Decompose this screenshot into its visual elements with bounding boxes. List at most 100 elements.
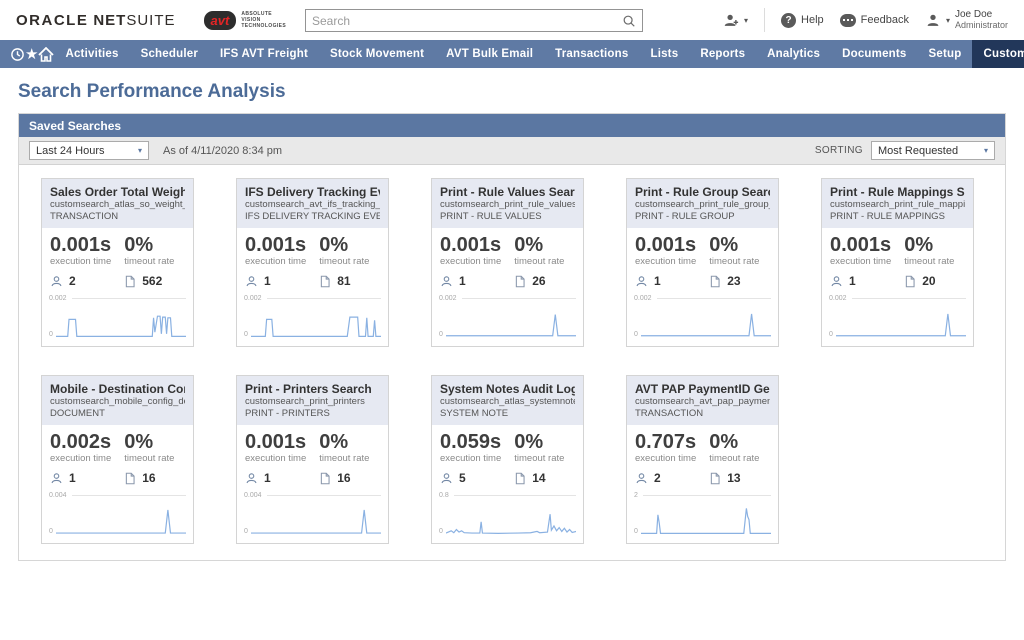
unique-users-count: 1 <box>440 274 514 288</box>
global-search[interactable] <box>305 9 643 32</box>
nav-item-lists[interactable]: Lists <box>639 40 689 68</box>
main-content: Search Performance Analysis Saved Search… <box>0 81 1024 561</box>
unique-users-count: 1 <box>635 274 709 288</box>
search-script-id: customsearch_print_rule_mapping <box>830 199 965 211</box>
cards-row-1: Sales Order Total Weight customsearch_at… <box>41 178 983 347</box>
execution-time-label: execution time <box>830 256 904 267</box>
search-title: AVT PAP PaymentID Genera... <box>635 382 770 396</box>
nav-item-setup[interactable]: Setup <box>918 40 973 68</box>
user-count-icon <box>440 472 453 485</box>
user-name: Joe Doe <box>955 9 1008 20</box>
metrics-row: 0.001s execution time 0% timeout rate <box>237 425 388 464</box>
spark-line <box>251 303 381 339</box>
help-button[interactable]: ? Help <box>781 13 824 28</box>
search-title: Print - Printers Search <box>245 382 380 396</box>
execution-time-metric: 0.001s execution time <box>440 235 514 267</box>
execution-time-label: execution time <box>245 256 319 267</box>
saved-search-card[interactable]: IFS Delivery Tracking Event ... customse… <box>236 178 389 347</box>
saved-search-card[interactable]: AVT PAP PaymentID Genera... customsearch… <box>626 375 779 544</box>
timeout-rate-metric: 0% timeout rate <box>319 432 380 464</box>
oracle-netsuite-logo: ORACLE NETSUITE <box>16 12 176 29</box>
execution-time-label: execution time <box>440 453 514 464</box>
spark-ymin-label: 0 <box>634 331 638 339</box>
requests-count: 16 <box>319 471 350 485</box>
execution-time-value: 0.707s <box>635 432 709 453</box>
unique-users-count: 2 <box>635 471 709 485</box>
spark-gridline <box>267 298 381 299</box>
user-menu[interactable]: ▾ Joe Doe Administrator <box>925 9 1008 31</box>
spark-ymin-label: 0 <box>49 331 53 339</box>
execution-time-value: 0.001s <box>50 235 124 256</box>
top-bar: ORACLE NETSUITE avt ABSOLUTE VISION TECH… <box>0 0 1024 40</box>
saved-search-card[interactable]: Print - Rule Values Search customsearch_… <box>431 178 584 347</box>
execution-time-value: 0.001s <box>635 235 709 256</box>
spark-ymin-label: 0 <box>439 528 443 536</box>
counts-row: 1 26 <box>432 267 583 292</box>
nav-item-documents[interactable]: Documents <box>831 40 917 68</box>
nav-item-reports[interactable]: Reports <box>689 40 756 68</box>
unique-users-count: 1 <box>50 471 124 485</box>
execution-time-metric: 0.059s execution time <box>440 432 514 464</box>
quick-add-button[interactable]: ▾ <box>723 13 748 28</box>
search-title: Sales Order Total Weight <box>50 185 185 199</box>
counts-row: 1 16 <box>42 464 193 489</box>
main-nav: ★ ActivitiesSchedulerIFS AVT FreightStoc… <box>0 40 1024 68</box>
page-count-icon <box>124 275 136 288</box>
execution-time-value: 0.002s <box>50 432 124 453</box>
requests-count: 20 <box>904 274 935 288</box>
shortcuts-star-icon[interactable]: ★ <box>25 40 38 68</box>
search-script-id: customsearch_print_rule_values <box>440 199 575 211</box>
caret-down-icon: ▾ <box>946 16 950 25</box>
spark-ymax-label: 0.002 <box>634 295 652 303</box>
saved-search-card[interactable]: Print - Rule Mappings Search customsearc… <box>821 178 974 347</box>
execution-time-metric: 0.001s execution time <box>635 235 709 267</box>
spark-line <box>56 500 186 536</box>
spark-ymin-label: 0 <box>244 528 248 536</box>
netsuite-wordmark: NETSUITE <box>93 12 175 29</box>
recent-records-icon[interactable] <box>10 40 25 68</box>
execution-time-label: execution time <box>245 453 319 464</box>
timeout-rate-label: timeout rate <box>904 256 965 267</box>
nav-item-customization[interactable]: Customization <box>972 40 1024 68</box>
nav-item-scheduler[interactable]: Scheduler <box>130 40 209 68</box>
search-script-id: customsearch_mobile_config_dest_loc... <box>50 396 185 408</box>
home-icon[interactable] <box>38 40 54 68</box>
saved-search-card[interactable]: Print - Printers Search customsearch_pri… <box>236 375 389 544</box>
nav-item-stock-movement[interactable]: Stock Movement <box>319 40 435 68</box>
requests-count: 81 <box>319 274 350 288</box>
execution-time-value: 0.001s <box>830 235 904 256</box>
nav-item-activities[interactable]: Activities <box>54 40 129 68</box>
execution-time-metric: 0.002s execution time <box>50 432 124 464</box>
search-script-id: customsearch_avt_pap_paymentid_ge... <box>635 396 770 408</box>
nav-item-avt-bulk-email[interactable]: AVT Bulk Email <box>435 40 544 68</box>
spark-ymax-label: 0.002 <box>829 295 847 303</box>
avt-badge: avt <box>204 11 237 30</box>
nav-item-transactions[interactable]: Transactions <box>544 40 639 68</box>
requests-count: 562 <box>124 274 162 288</box>
counts-row: 1 81 <box>237 267 388 292</box>
feedback-button[interactable]: Feedback <box>840 14 909 27</box>
search-icon[interactable] <box>622 14 636 28</box>
search-input[interactable] <box>312 14 622 28</box>
saved-search-card[interactable]: Print - Rule Group Search customsearch_p… <box>626 178 779 347</box>
timeout-rate-label: timeout rate <box>319 256 380 267</box>
sparkline-chart: 0.002 0 <box>432 292 583 346</box>
saved-search-card[interactable]: Mobile - Destination Config ... customse… <box>41 375 194 544</box>
user-info: Joe Doe Administrator <box>955 9 1008 31</box>
card-header: Mobile - Destination Config ... customse… <box>42 376 193 425</box>
time-range-select[interactable]: Last 24 Hours ▾ <box>29 141 149 160</box>
cards-row-2: Mobile - Destination Config ... customse… <box>41 375 983 544</box>
sorting-select[interactable]: Most Requested ▾ <box>871 141 995 160</box>
card-header: Print - Rule Mappings Search customsearc… <box>822 179 973 228</box>
spark-line <box>56 303 186 339</box>
nav-item-ifs-avt-freight[interactable]: IFS AVT Freight <box>209 40 319 68</box>
saved-search-card[interactable]: System Notes Audit Log customsearch_atla… <box>431 375 584 544</box>
saved-search-card[interactable]: Sales Order Total Weight customsearch_at… <box>41 178 194 347</box>
spark-ymax-label: 0.002 <box>244 295 262 303</box>
counts-row: 1 16 <box>237 464 388 489</box>
user-count-icon <box>635 275 648 288</box>
spark-ymin-label: 0 <box>439 331 443 339</box>
nav-item-analytics[interactable]: Analytics <box>756 40 831 68</box>
metrics-row: 0.001s execution time 0% timeout rate <box>432 228 583 267</box>
spark-ymax-label: 0.004 <box>244 492 262 500</box>
